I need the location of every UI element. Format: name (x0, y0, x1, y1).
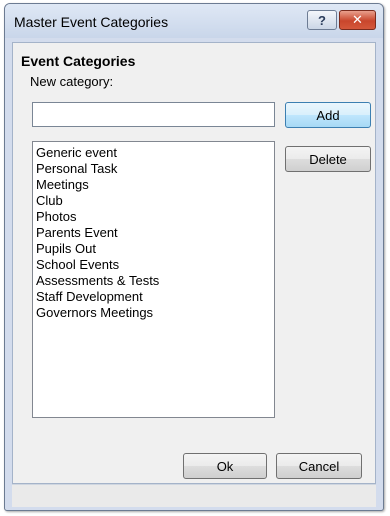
list-item[interactable]: Club (36, 193, 274, 209)
title-bar[interactable]: Master Event Categories ? ✕ (5, 4, 383, 38)
new-category-label: New category: (30, 74, 114, 89)
list-item[interactable]: Meetings (36, 177, 274, 193)
list-item[interactable]: Assessments & Tests (36, 273, 274, 289)
list-item[interactable]: Staff Development (36, 289, 274, 305)
status-strip (12, 484, 376, 507)
ok-button[interactable]: Ok (183, 453, 267, 479)
close-button[interactable]: ✕ (339, 10, 376, 30)
category-list[interactable]: Generic event Personal Task Meetings Club Ph… (32, 141, 275, 418)
list-item[interactable]: Personal Task (36, 161, 274, 177)
list-item[interactable]: School Events (36, 257, 274, 273)
window-title: Master Event Categories (14, 14, 169, 30)
list-item[interactable]: Governors Meetings (36, 305, 274, 321)
list-item[interactable]: Pupils Out (36, 241, 274, 257)
help-button[interactable]: ? (307, 10, 337, 30)
delete-button[interactable]: Delete (285, 146, 371, 172)
list-item[interactable]: Photos (36, 209, 274, 225)
list-item[interactable]: Parents Event (36, 225, 274, 241)
close-icon: ✕ (352, 12, 363, 27)
cancel-button[interactable]: Cancel (276, 453, 362, 479)
group-title: Event Categories (21, 53, 136, 69)
new-category-input[interactable] (32, 102, 275, 127)
list-item[interactable]: Generic event (36, 145, 274, 161)
help-icon: ? (318, 12, 326, 28)
add-button[interactable]: Add (285, 102, 371, 128)
dialog-window: Master Event Categories ? ✕ Event Catego… (4, 3, 384, 511)
dialog-content: Event Categories New category: Add Gener… (12, 42, 376, 484)
